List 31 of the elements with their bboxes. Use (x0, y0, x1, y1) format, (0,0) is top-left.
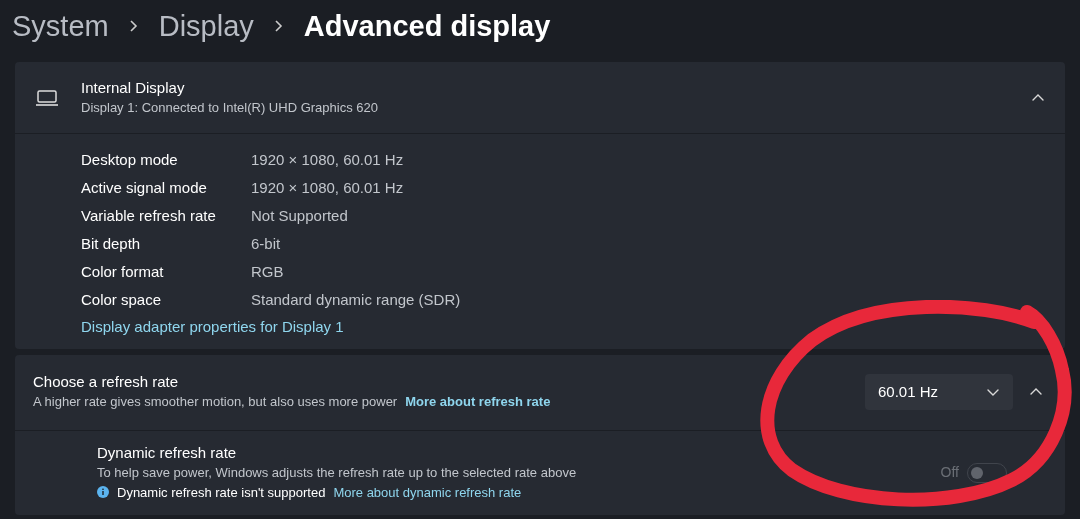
detail-value: 6-bit (251, 233, 281, 254)
unsupported-note: Dynamic refresh rate isn't supported (117, 483, 326, 502)
detail-label: Desktop mode (81, 149, 179, 170)
detail-value: RGB (251, 261, 284, 282)
refresh-description: A higher rate gives smoother motion, but also uses more power (33, 393, 398, 412)
detail-label: Color space (81, 289, 163, 310)
detail-value: Not Supported (251, 205, 348, 226)
laptop-icon (35, 88, 59, 107)
refresh-rate-dropdown[interactable]: 60.01 Hz (865, 374, 1013, 410)
chevron-right-icon (128, 19, 139, 33)
detail-value: 1920 × 1080, 60.01 Hz (251, 177, 404, 198)
display-header[interactable]: Internal Display Display 1: Connected to Intel(R) UHD Graphics 620 (15, 62, 1065, 134)
display-subtitle: Display 1: Connected to Intel(R) UHD Graphics 620 (81, 98, 378, 117)
detail-label: Active signal mode (81, 177, 208, 198)
refresh-info-link[interactable]: More about refresh rate (405, 392, 551, 412)
toggle-label: Off (940, 463, 959, 482)
dynamic-refresh-description: To help save power, Windows adjusts the refresh rate up to the selected rate above (97, 464, 577, 482)
breadcrumb-item[interactable]: System (12, 11, 109, 41)
detail-value: 1920 × 1080, 60.01 Hz (251, 149, 404, 170)
adapter-properties-link[interactable]: Display adapter properties for Display 1 (81, 316, 344, 339)
detail-label: Variable refresh rate (81, 205, 217, 226)
detail-label: Color format (81, 261, 165, 282)
display-title: Internal Display (81, 77, 186, 98)
dynamic-refresh-title: Dynamic refresh rate (97, 443, 238, 463)
breadcrumb-item: Advanced display (303, 11, 551, 41)
detail-value: Standard dynamic range (SDR) (251, 289, 461, 310)
breadcrumb-item[interactable]: Display (158, 11, 254, 41)
info-icon (97, 486, 109, 499)
refresh-title: Choose a refresh rate (33, 372, 180, 393)
detail-label: Bit depth (81, 233, 142, 254)
chevron-right-icon (273, 19, 284, 33)
